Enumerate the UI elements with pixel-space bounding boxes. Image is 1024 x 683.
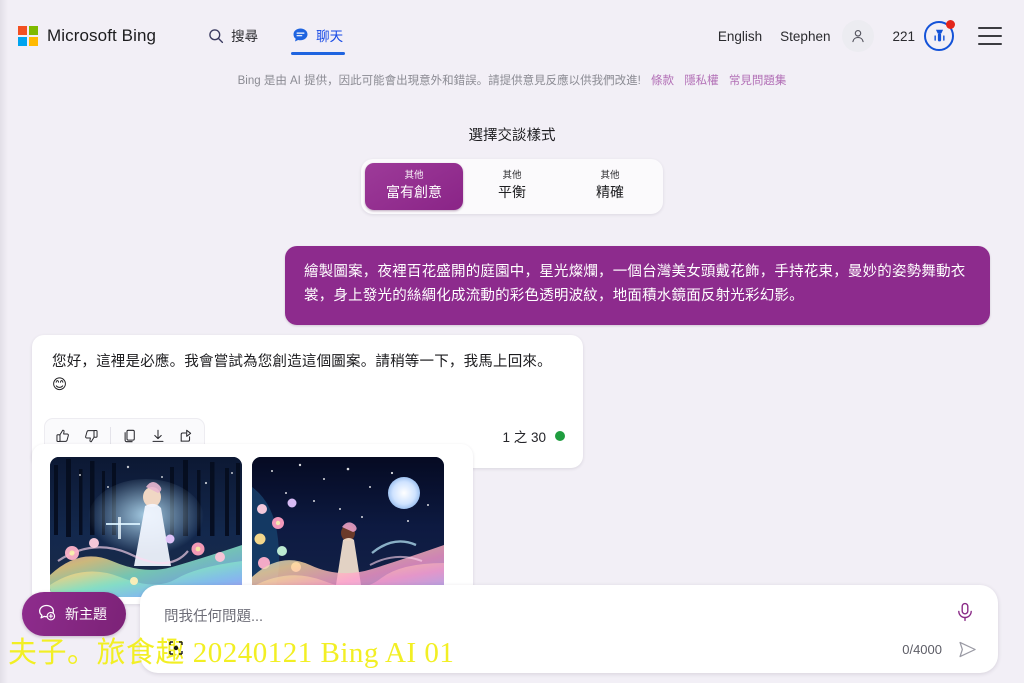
nav-item-chat[interactable]: 聊天 (290, 0, 345, 72)
link-faq[interactable]: 常見問題集 (729, 75, 787, 87)
hamburger-icon[interactable] (978, 27, 1002, 45)
rewards-medal-icon[interactable] (924, 20, 955, 51)
assistant-message-text: 您好，這裡是必應。我會嘗試為您創造這個圖案。請稍等一下，我馬上回來。 😊 (52, 354, 552, 394)
image-results-card (32, 444, 473, 604)
style-selector-title: 選擇交談樣式 (468, 128, 556, 144)
brand-logo[interactable]: Microsoft Bing (18, 26, 156, 46)
avatar[interactable] (842, 20, 875, 52)
generated-image-1[interactable] (50, 457, 242, 597)
link-privacy[interactable]: 隱私權 (684, 75, 719, 87)
nav-item-search[interactable]: 搜尋 (208, 0, 258, 72)
notification-dot (946, 20, 955, 29)
active-tab-indicator (290, 52, 345, 55)
conversation-style-section: 選擇交談樣式 其他 富有創意 其他 平衡 其他 精確 (0, 124, 1024, 215)
message-composer: 新主題 問我任何問題... 0/4000 (0, 585, 1024, 683)
user-message-bubble: 繪製圖案，夜裡百花盛開的庭園中，星光燦爛，一個台灣美女頭戴花飾，手持花束，曼妙的… (285, 246, 990, 325)
person-icon (852, 30, 865, 43)
message-counter-area: 1 之 30 (502, 426, 567, 446)
header-right-controls: English Stephen 221 (718, 20, 1006, 52)
chat-input-area[interactable]: 問我任何問題... 0/4000 (140, 585, 998, 673)
nav-label-search: 搜尋 (231, 29, 259, 45)
ai-disclaimer: Bing 是由 AI 提供，因此可能會出現意外和錯誤。請提供意見反應以供我們改進… (0, 73, 1024, 89)
search-icon (208, 28, 224, 47)
style-option-precise-sup: 其他 (600, 170, 620, 181)
user-name[interactable]: Stephen (780, 29, 830, 44)
style-option-precise-label: 精確 (596, 183, 624, 200)
style-option-precise[interactable]: 其他 精確 (561, 163, 659, 210)
main-nav: 搜尋 聊天 (208, 0, 345, 72)
style-option-balanced-label: 平衡 (498, 183, 526, 200)
disclaimer-text: Bing 是由 AI 提供，因此可能會出現意外和錯誤。請提供意見反應以供我們改進… (237, 75, 641, 87)
nav-label-chat: 聊天 (316, 29, 344, 45)
language-selector[interactable]: English (718, 29, 762, 44)
input-footer-controls: 0/4000 (902, 638, 978, 660)
message-counter: 1 之 30 (502, 430, 546, 446)
microphone-icon[interactable] (954, 601, 976, 623)
bing-chat-window: Microsoft Bing 搜尋 聊天 English Stephen 221… (0, 0, 1024, 683)
link-terms[interactable]: 條款 (651, 75, 674, 87)
new-chat-icon (37, 603, 56, 625)
style-option-creative-label: 富有創意 (386, 183, 442, 200)
send-arrow-icon[interactable] (956, 638, 978, 660)
style-option-creative-sup: 其他 (404, 170, 424, 181)
rewards-area[interactable]: 221 (892, 20, 955, 51)
status-badge (555, 431, 565, 442)
style-option-balanced-sup: 其他 (502, 170, 522, 181)
new-topic-button[interactable]: 新主題 (22, 592, 126, 636)
new-topic-label: 新主題 (65, 606, 107, 622)
style-option-balanced[interactable]: 其他 平衡 (463, 163, 561, 210)
brand-name: Microsoft Bing (47, 26, 157, 45)
style-option-creative[interactable]: 其他 富有創意 (365, 163, 463, 211)
character-counter: 0/4000 (902, 641, 942, 657)
style-pill-group: 其他 富有創意 其他 平衡 其他 精確 (361, 159, 663, 215)
generated-image-2[interactable] (252, 457, 444, 597)
chat-bubble-icon (292, 27, 309, 47)
page-header: Microsoft Bing 搜尋 聊天 English Stephen 221 (0, 0, 1024, 72)
rewards-count: 221 (892, 28, 915, 44)
chat-input-placeholder[interactable]: 問我任何問題... (164, 605, 263, 626)
microsoft-logo-icon (18, 26, 38, 46)
